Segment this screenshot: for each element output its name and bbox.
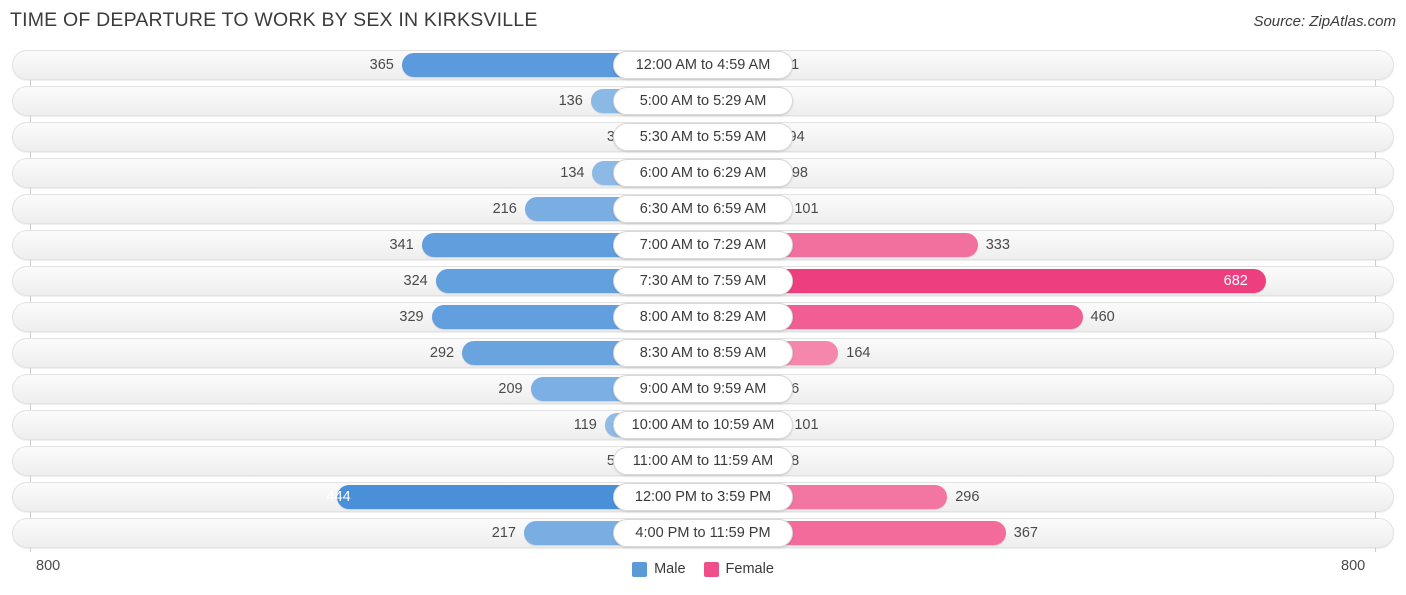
bar-value-male: 292 — [429, 345, 455, 361]
bar-value-female: 333 — [985, 237, 1010, 253]
bar-row: 13695:00 AM to 5:29 AM — [0, 86, 1406, 116]
bar-row: 3655112:00 AM to 4:59 AM — [0, 50, 1406, 80]
bar-row: 217 367 4:00 PM to 11:59 PM — [0, 518, 1406, 548]
bar-row: 209469:00 AM to 9:59 AM — [0, 374, 1406, 404]
bar-value-male: 216 — [492, 201, 517, 217]
category-label-pill[interactable]: 9:00 AM to 9:59 AM — [613, 375, 793, 403]
bar-row: 292 164 8:30 AM to 8:59 AM — [0, 338, 1406, 368]
category-label-pill[interactable]: 11:00 AM to 11:59 AM — [613, 447, 793, 475]
bar-value-female: 296 — [955, 489, 980, 505]
category-label-pill[interactable]: 5:00 AM to 5:29 AM — [613, 87, 793, 115]
category-label-pill[interactable]: 7:30 AM to 7:59 AM — [613, 267, 793, 295]
category-label-pill[interactable]: 10:00 AM to 10:59 AM — [613, 411, 793, 439]
bar-rows-container: 3655112:00 AM to 4:59 AM 13695:00 AM to 5… — [0, 50, 1406, 554]
bar-value-male: 217 — [491, 525, 516, 541]
legend-label-female: Female — [725, 561, 774, 577]
bar-value-female: 682 — [1223, 273, 1248, 289]
bar-row: 329 460 8:00 AM to 8:29 AM — [0, 302, 1406, 332]
bar-row: 341 333 7:00 AM to 7:29 AM — [0, 230, 1406, 260]
legend-item-female[interactable]: Female — [703, 561, 774, 577]
bar-value-male: 136 — [558, 93, 583, 109]
bar-value-female: 164 — [846, 345, 871, 361]
legend-item-male[interactable]: Male — [632, 561, 686, 577]
bar-value-female: 98 — [791, 165, 808, 181]
category-label-pill[interactable]: 8:00 AM to 8:29 AM — [613, 303, 793, 331]
category-label-pill[interactable]: 12:00 PM to 3:59 PM — [613, 483, 793, 511]
bar-value-female: 460 — [1090, 309, 1115, 325]
page-title: TIME OF DEPARTURE TO WORK BY SEX IN KIRK… — [10, 9, 538, 31]
bar-value-male: 134 — [560, 165, 585, 181]
bar-value-female: 367 — [1013, 525, 1038, 541]
bar-value-male: 341 — [389, 237, 414, 253]
category-label-pill[interactable]: 8:30 AM to 8:59 AM — [613, 339, 793, 367]
chart-header: TIME OF DEPARTURE TO WORK BY SEX IN KIRK… — [0, 0, 1406, 44]
bar-value-male: 329 — [399, 309, 424, 325]
bar-row: 134 98 6:00 AM to 6:29 AM — [0, 158, 1406, 188]
chart-footer: 800 800 Male Female — [0, 552, 1406, 595]
bar-row: 574811:00 AM to 11:59 AM — [0, 446, 1406, 476]
legend-label-male: Male — [654, 561, 686, 577]
bar-value-male: 119 — [573, 417, 597, 433]
category-label-pill[interactable]: 6:30 AM to 6:59 AM — [613, 195, 793, 223]
source-attribution: Source: ZipAtlas.com — [1253, 13, 1396, 30]
bar-row: 37945:30 AM to 5:59 AM — [0, 122, 1406, 152]
category-label-pill[interactable]: 6:00 AM to 6:29 AM — [613, 159, 793, 187]
bar-row: 216 101 6:30 AM to 6:59 AM — [0, 194, 1406, 224]
category-label-pill[interactable]: 7:00 AM to 7:29 AM — [613, 231, 793, 259]
bar-value-female: 101 — [794, 201, 819, 217]
chart-legend: Male Female — [0, 561, 1406, 577]
bar-row: 444 296 12:00 PM to 3:59 PM — [0, 482, 1406, 512]
category-label-pill[interactable]: 12:00 AM to 4:59 AM — [613, 51, 793, 79]
bar-row: 119 101 10:00 AM to 10:59 AM — [0, 410, 1406, 440]
bar-row: 324 682 7:30 AM to 7:59 AM — [0, 266, 1406, 296]
chart-plot-area: 3655112:00 AM to 4:59 AM 13695:00 AM to 5… — [0, 44, 1406, 552]
bar-value-male: 444 — [326, 489, 351, 505]
bar-value-male: 209 — [498, 381, 523, 397]
bar-value-male: 324 — [403, 273, 428, 289]
category-label-pill[interactable]: 4:00 PM to 11:59 PM — [613, 519, 793, 547]
legend-swatch-female-icon — [703, 561, 719, 577]
bar-value-male: 365 — [369, 57, 394, 73]
legend-swatch-male-icon — [632, 561, 648, 577]
bar-value-female: 101 — [794, 417, 819, 433]
category-label-pill[interactable]: 5:30 AM to 5:59 AM — [613, 123, 793, 151]
